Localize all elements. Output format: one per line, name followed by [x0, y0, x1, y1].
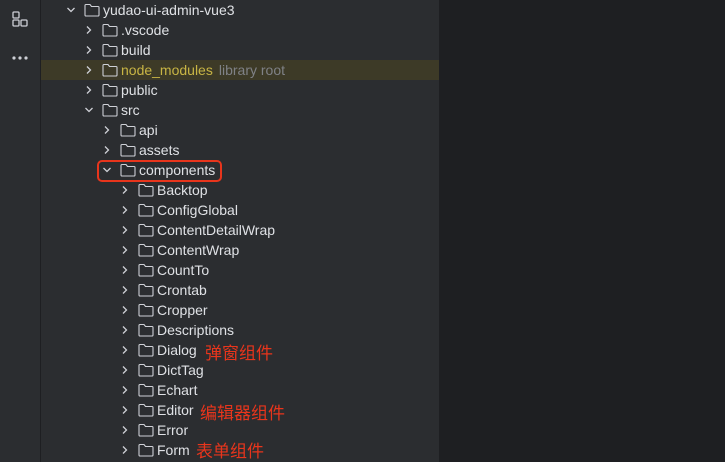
tree-row-label: Descriptions	[157, 322, 235, 338]
chevron-right-icon[interactable]	[119, 344, 131, 356]
tree-row-label: Cropper	[157, 302, 208, 318]
tree-row-label: api	[139, 122, 158, 138]
tree-row-countto[interactable]: CountTo	[41, 260, 439, 280]
tree-row-label: Error	[157, 422, 189, 438]
tree-row-src[interactable]: src	[41, 100, 439, 120]
tree-row-label: Crontab	[157, 282, 207, 298]
folder-icon	[138, 283, 154, 297]
tree-row-label: build	[121, 42, 151, 58]
chevron-right-icon[interactable]	[119, 304, 131, 316]
folder-icon	[102, 23, 118, 37]
tree-row-crontab[interactable]: Crontab	[41, 280, 439, 300]
folder-icon	[138, 263, 154, 277]
chevron-right-icon[interactable]	[119, 184, 131, 196]
chevron-down-icon[interactable]	[65, 4, 77, 16]
tree-row-label: yudao-ui-admin-vue3	[103, 2, 235, 18]
chevron-right-icon[interactable]	[83, 84, 95, 96]
folder-icon	[138, 243, 154, 257]
tree-row-label: assets	[139, 142, 180, 158]
folder-icon	[138, 303, 154, 317]
chevron-right-icon[interactable]	[119, 384, 131, 396]
chevron-right-icon[interactable]	[119, 264, 131, 276]
tree-row-label: Backtop	[157, 182, 208, 198]
folder-icon	[102, 43, 118, 57]
annotation-editor: 编辑器组件	[200, 404, 285, 424]
folder-icon	[84, 3, 100, 17]
chevron-right-icon[interactable]	[83, 64, 95, 76]
folder-icon	[138, 343, 154, 357]
folder-icon	[138, 403, 154, 417]
tree-row-cropper[interactable]: Cropper	[41, 300, 439, 320]
folder-icon	[138, 363, 154, 377]
folder-icon	[102, 63, 118, 77]
tree-row-node-modules[interactable]: node_modules library root	[41, 60, 439, 80]
annotation-form: 表单组件	[196, 442, 264, 462]
editor-area	[439, 0, 725, 462]
tree-row-label: Editor	[157, 402, 194, 418]
tree-row-configglobal[interactable]: ConfigGlobal	[41, 200, 439, 220]
chevron-right-icon[interactable]	[83, 44, 95, 56]
tree-row-assets[interactable]: assets	[41, 140, 439, 160]
annotation-dialog: 弹窗组件	[205, 344, 273, 364]
chevron-right-icon[interactable]	[119, 284, 131, 296]
tree-row-label: CountTo	[157, 262, 210, 278]
library-root-hint: library root	[218, 62, 285, 78]
chevron-right-icon[interactable]	[119, 424, 131, 436]
tree-row-label: public	[121, 82, 158, 98]
tree-row-contentdetailwrap[interactable]: ContentDetailWrap	[41, 220, 439, 240]
tree-row-descriptions[interactable]: Descriptions	[41, 320, 439, 340]
tree-row-label: src	[121, 102, 140, 118]
tree-row-backtop[interactable]: Backtop	[41, 180, 439, 200]
tree-row-echart[interactable]: Echart	[41, 380, 439, 400]
activity-bar	[0, 0, 41, 462]
chevron-right-icon[interactable]	[83, 24, 95, 36]
folder-icon	[138, 183, 154, 197]
chevron-right-icon[interactable]	[101, 144, 113, 156]
folder-icon	[102, 83, 118, 97]
chevron-right-icon[interactable]	[119, 324, 131, 336]
tree-row-label: Form	[157, 442, 190, 458]
chevron-down-icon[interactable]	[83, 104, 95, 116]
tree-row-label: .vscode	[121, 22, 170, 38]
chevron-right-icon[interactable]	[119, 364, 131, 376]
chevron-right-icon[interactable]	[119, 244, 131, 256]
chevron-right-icon[interactable]	[119, 404, 131, 416]
tree-row-build[interactable]: build	[41, 40, 439, 60]
chevron-right-icon[interactable]	[119, 444, 131, 456]
chevron-right-icon[interactable]	[119, 224, 131, 236]
tree-row-label: node_modules	[121, 62, 213, 78]
folder-icon	[138, 203, 154, 217]
tree-row-label: DictTag	[157, 362, 204, 378]
tree-row-public[interactable]: public	[41, 80, 439, 100]
folder-icon	[138, 383, 154, 397]
tree-row-api[interactable]: api	[41, 120, 439, 140]
folder-icon	[120, 143, 136, 157]
project-tree: yudao-ui-admin-vue3 .vscode build node_m…	[41, 0, 439, 462]
structure-icon[interactable]	[10, 9, 30, 29]
folder-icon	[138, 423, 154, 437]
chevron-right-icon[interactable]	[119, 204, 131, 216]
tree-row-contentwrap[interactable]: ContentWrap	[41, 240, 439, 260]
tree-row-label: Echart	[157, 382, 198, 398]
folder-icon	[120, 123, 136, 137]
components-highlight-box	[97, 160, 222, 182]
folder-icon	[138, 323, 154, 337]
folder-icon	[138, 443, 154, 457]
chevron-right-icon[interactable]	[101, 124, 113, 136]
tree-row-label: ContentDetailWrap	[157, 222, 276, 238]
tree-row-label: ConfigGlobal	[157, 202, 238, 218]
folder-icon	[102, 103, 118, 117]
tree-row-vscode[interactable]: .vscode	[41, 20, 439, 40]
more-icon[interactable]	[10, 48, 30, 68]
tree-row-label: ContentWrap	[157, 242, 240, 258]
tree-row-label: Dialog	[157, 342, 197, 358]
tree-row-yudao-ui-admin-vue3[interactable]: yudao-ui-admin-vue3	[41, 0, 439, 20]
folder-icon	[138, 223, 154, 237]
